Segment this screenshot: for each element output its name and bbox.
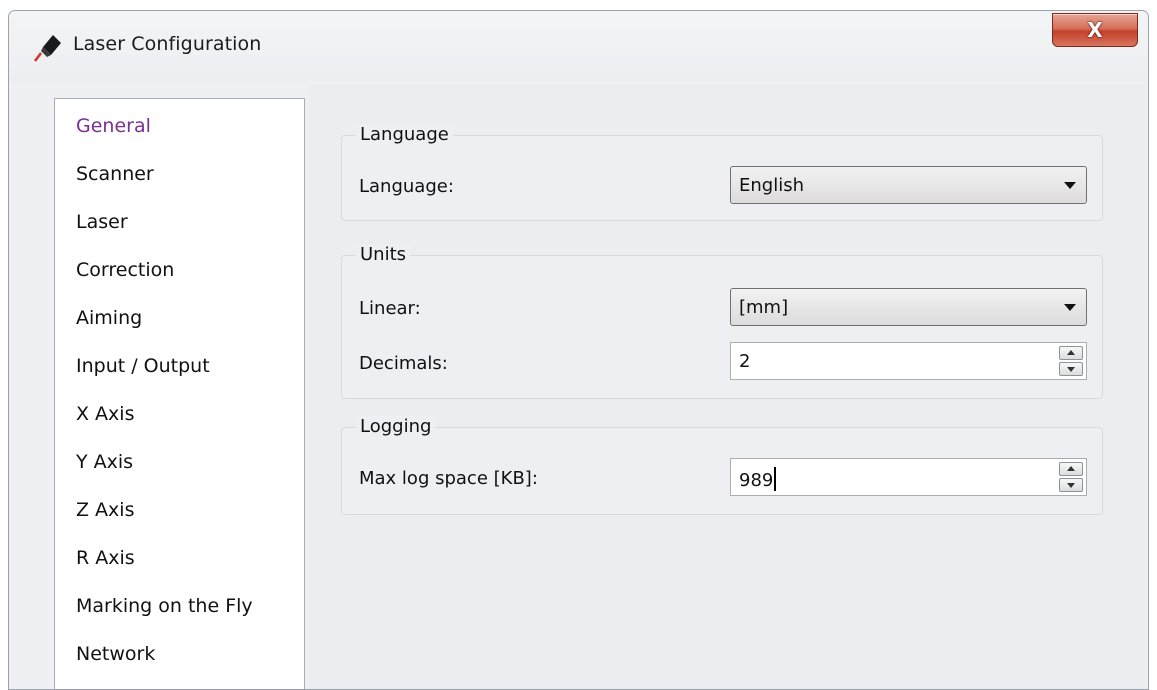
language-group-title: Language [356, 124, 453, 145]
nav-item-scanner[interactable]: Scanner [55, 151, 304, 197]
nav-item-y-axis[interactable]: Y Axis [55, 439, 304, 485]
linear-units-value: [mm] [739, 297, 789, 318]
spin-up-icon [1067, 466, 1075, 471]
laser-configuration-window: Laser Configuration X General Scanner La… [8, 10, 1149, 690]
decimals-label: Decimals: [359, 353, 448, 374]
decimals-spin-up-button[interactable] [1059, 346, 1083, 360]
units-group: Units Linear: [mm] Decimals: 2 [341, 244, 1103, 399]
nav-item-marking-on-the-fly[interactable]: Marking on the Fly [55, 583, 304, 629]
decimals-spinbox[interactable]: 2 [730, 342, 1087, 380]
language-label: Language: [359, 176, 454, 197]
spin-down-icon [1067, 483, 1075, 488]
max-log-space-spinbox[interactable]: 989 [730, 458, 1087, 496]
spin-up-icon [1067, 350, 1075, 355]
language-dropdown[interactable]: English [730, 166, 1087, 204]
nav-item-input-output[interactable]: Input / Output [55, 343, 304, 389]
linear-label: Linear: [359, 298, 421, 319]
text-caret [774, 467, 777, 491]
nav-item-correction[interactable]: Correction [55, 247, 304, 293]
nav-item-network[interactable]: Network [55, 631, 304, 677]
title-bar: Laser Configuration X [9, 11, 1148, 81]
max-log-spin-up-button[interactable] [1059, 462, 1083, 476]
window-title: Laser Configuration [73, 33, 262, 55]
max-log-space-value: 989 [739, 470, 774, 491]
decimals-value[interactable]: 2 [739, 351, 750, 372]
close-button[interactable]: X [1052, 13, 1138, 47]
nav-item-x-axis[interactable]: X Axis [55, 391, 304, 437]
max-log-space-input[interactable]: 989 [739, 467, 777, 491]
max-log-spin-buttons [1059, 462, 1083, 492]
language-dropdown-value: English [739, 175, 804, 196]
nav-item-general[interactable]: General [55, 103, 304, 149]
decimals-spin-down-button[interactable] [1059, 362, 1083, 376]
dialog-body: General Scanner Laser Correction Aiming … [9, 81, 1148, 689]
chevron-down-icon [1064, 304, 1076, 311]
nav-item-aiming[interactable]: Aiming [55, 295, 304, 341]
language-group: Language Language: English [341, 124, 1103, 221]
nav-item-z-axis[interactable]: Z Axis [55, 487, 304, 533]
nav-item-laser[interactable]: Laser [55, 199, 304, 245]
max-log-spin-down-button[interactable] [1059, 478, 1083, 492]
close-icon: X [1087, 18, 1103, 42]
nav-item-r-axis[interactable]: R Axis [55, 535, 304, 581]
settings-panel: Language Language: English Units Linear:… [309, 85, 1147, 689]
units-group-title: Units [356, 244, 411, 265]
logging-group: Logging Max log space [KB]: 989 [341, 416, 1103, 515]
laser-pen-icon [34, 35, 61, 62]
logging-group-title: Logging [356, 416, 436, 437]
chevron-down-icon [1064, 182, 1076, 189]
max-log-space-label: Max log space [KB]: [359, 468, 538, 489]
linear-units-dropdown[interactable]: [mm] [730, 288, 1087, 326]
category-list[interactable]: General Scanner Laser Correction Aiming … [54, 98, 305, 689]
decimals-spin-buttons [1059, 346, 1083, 376]
spin-down-icon [1067, 367, 1075, 372]
